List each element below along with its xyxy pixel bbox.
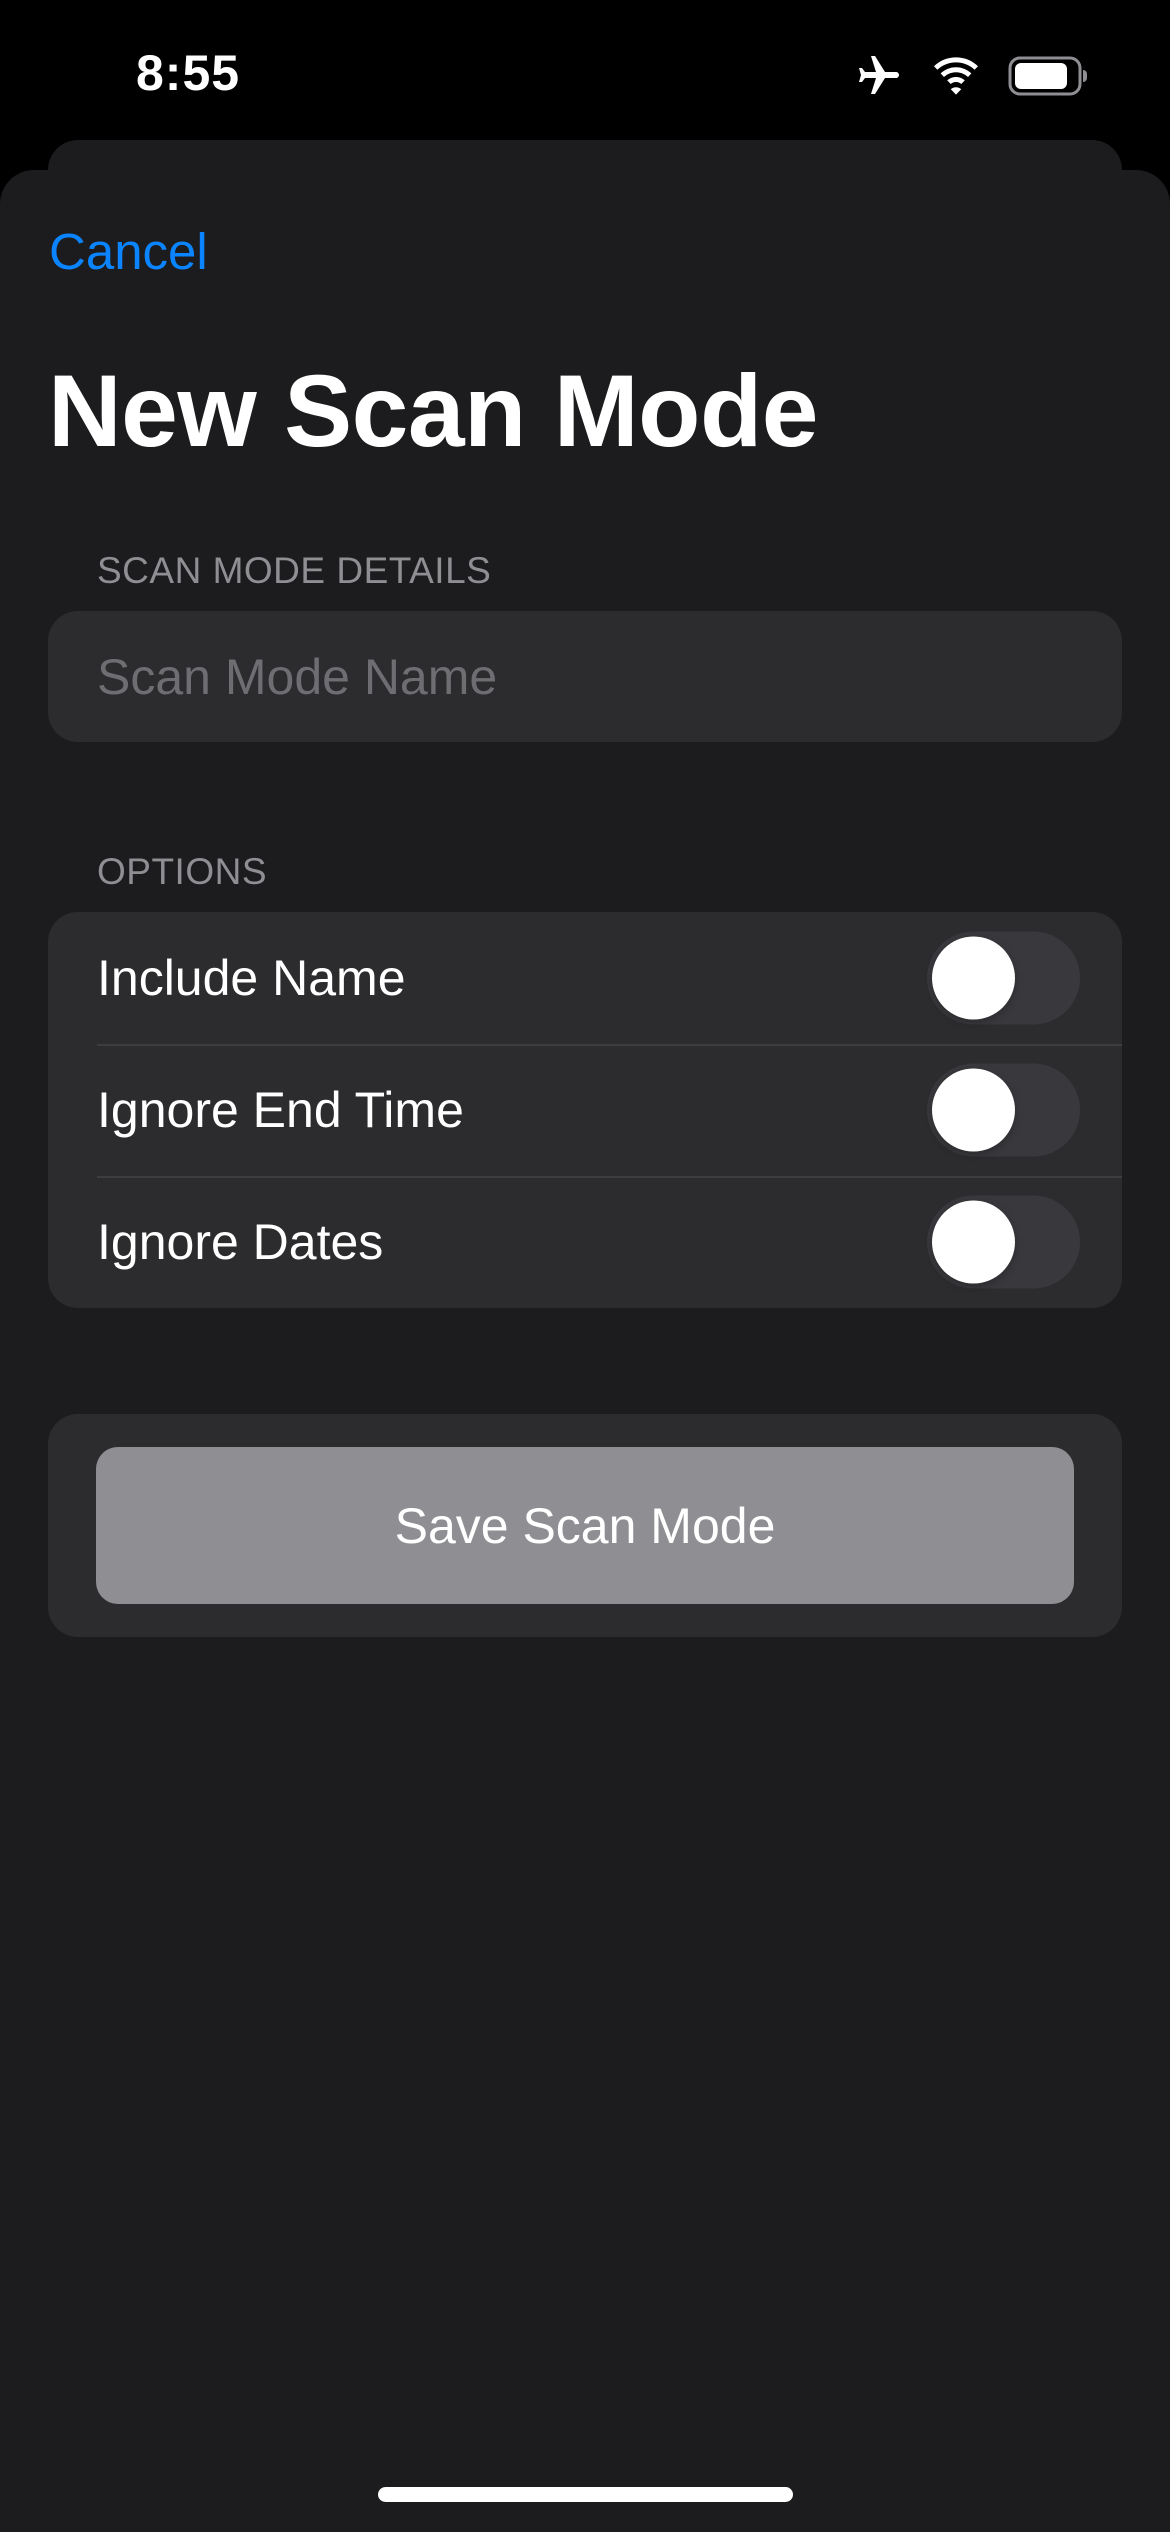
option-row-ignore-dates: Ignore Dates — [48, 1176, 1122, 1308]
section-header-scan-mode-details: SCAN MODE DETAILS — [97, 550, 492, 591]
status-bar: 8:55 — [0, 0, 1170, 150]
option-label-include-name: Include Name — [97, 950, 406, 1006]
option-label-ignore-dates: Ignore Dates — [97, 1214, 384, 1270]
status-time: 8:55 — [136, 45, 241, 101]
scan-mode-name-group — [48, 611, 1122, 742]
toggle-knob — [932, 1200, 1015, 1284]
wifi-icon — [930, 56, 982, 101]
new-scan-mode-sheet: Cancel New Scan Mode SCAN MODE DETAILS O… — [0, 170, 1170, 2532]
save-scan-mode-button[interactable]: Save Scan Mode — [96, 1447, 1074, 1604]
include-name-toggle[interactable] — [927, 931, 1080, 1025]
option-label-ignore-end-time: Ignore End Time — [97, 1082, 464, 1138]
page-title: New Scan Mode — [48, 354, 819, 468]
ignore-end-time-toggle[interactable] — [927, 1063, 1080, 1157]
scan-mode-name-input[interactable] — [48, 611, 1122, 742]
cancel-button[interactable]: Cancel — [49, 226, 208, 277]
section-header-options: OPTIONS — [97, 851, 268, 892]
home-indicator[interactable] — [378, 2487, 793, 2502]
options-group: Include Name Ignore End Time Ignore Date… — [48, 912, 1122, 1308]
battery-icon — [1008, 56, 1090, 101]
toggle-knob — [932, 936, 1015, 1020]
status-icons — [854, 52, 1090, 105]
ignore-dates-toggle[interactable] — [927, 1195, 1080, 1289]
airplane-mode-icon — [854, 52, 904, 105]
toggle-knob — [932, 1068, 1015, 1152]
screen: 8:55 Cancel New Scan Mode SCAN MODE DETA… — [0, 0, 1170, 2532]
option-row-include-name: Include Name — [48, 912, 1122, 1044]
save-group: Save Scan Mode — [48, 1414, 1122, 1637]
option-row-ignore-end-time: Ignore End Time — [48, 1044, 1122, 1176]
